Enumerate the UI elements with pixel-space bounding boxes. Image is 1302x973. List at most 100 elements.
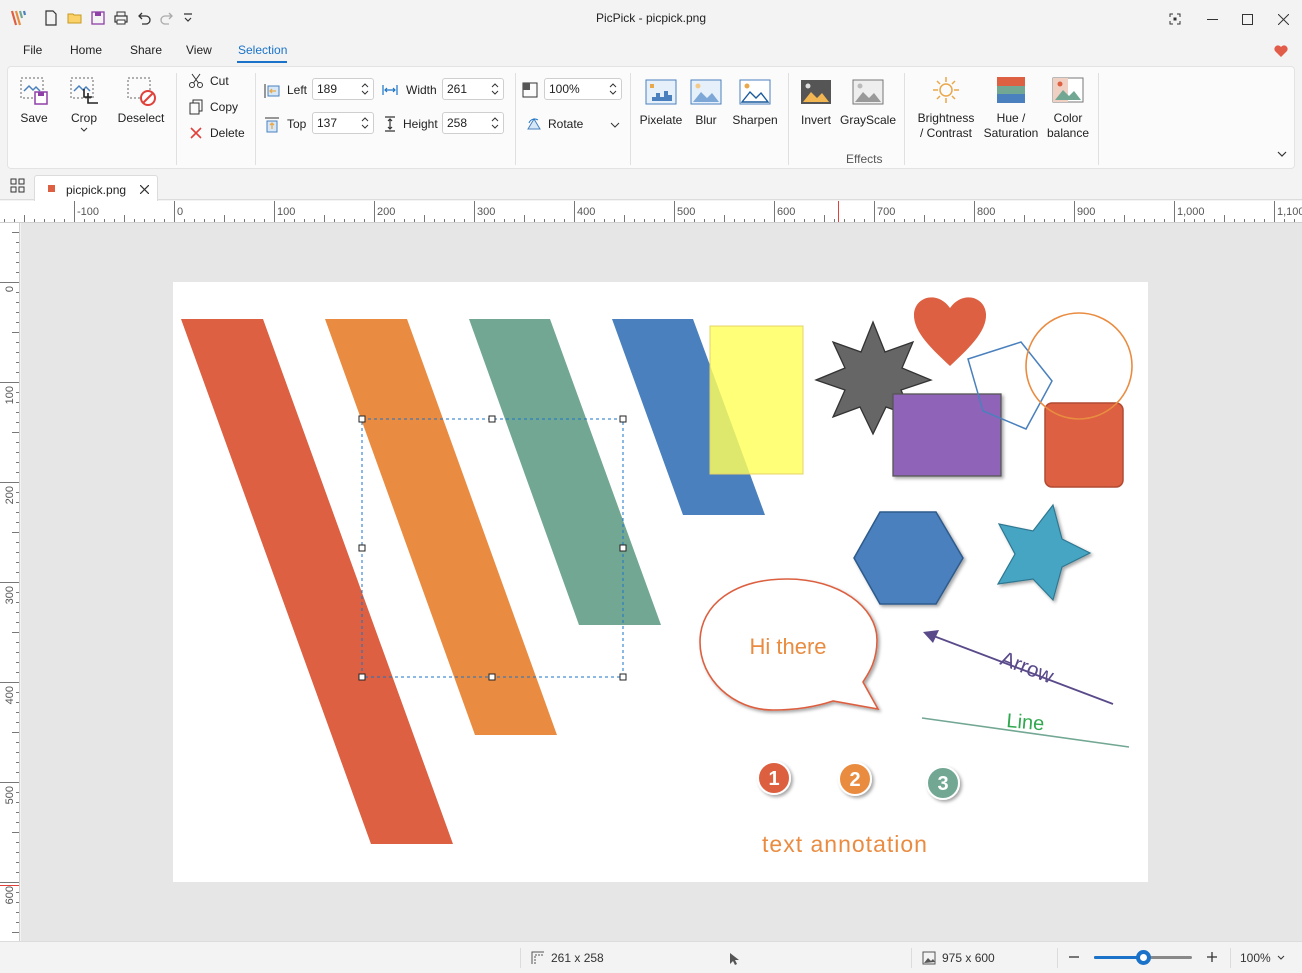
save-button[interactable]: Save — [14, 75, 54, 125]
ruler-label: 200 — [4, 486, 16, 504]
tab-color-marker — [48, 185, 55, 192]
image-size-text: 975 x 600 — [942, 951, 995, 965]
deselect-button[interactable]: Deselect — [116, 75, 166, 125]
blur-label: Blur — [695, 113, 717, 127]
app-logo-icon — [10, 10, 27, 26]
tab-share[interactable]: Share — [130, 43, 162, 57]
open-folder-icon[interactable] — [67, 10, 83, 26]
ruler-label: -100 — [77, 206, 99, 218]
tab-file[interactable]: File — [23, 43, 42, 57]
selection-handle-se[interactable] — [619, 673, 627, 681]
rotate-dropdown-icon[interactable] — [610, 121, 620, 129]
tab-selection[interactable]: Selection — [238, 43, 287, 57]
selection-handle-w[interactable] — [358, 544, 366, 552]
crop-icon — [70, 77, 98, 104]
ruler-label: 200 — [377, 206, 395, 218]
grid-view-icon[interactable] — [10, 178, 25, 193]
grayscale-button[interactable]: GrayScale — [840, 77, 896, 127]
ribbon-separator — [788, 73, 789, 165]
copy-button[interactable]: Copy — [188, 99, 238, 115]
zoom-in-icon[interactable] — [1205, 950, 1219, 964]
spinner-arrows-icon[interactable] — [360, 81, 370, 97]
pixelate-icon — [645, 79, 677, 105]
active-tab-indicator — [237, 61, 287, 63]
document-tab-strip: picpick.png — [0, 172, 1302, 201]
minimize-button[interactable] — [1194, 6, 1230, 32]
delete-button[interactable]: Delete — [188, 125, 245, 141]
sharpen-button[interactable]: Sharpen — [730, 77, 780, 127]
menu-bar: File Home Share View Selection — [0, 38, 1302, 64]
spinner-arrows-icon[interactable] — [360, 115, 370, 131]
close-button[interactable] — [1265, 6, 1301, 32]
ribbon-separator — [630, 73, 631, 165]
document-tab[interactable]: picpick.png — [34, 175, 158, 201]
brightness-contrast-button[interactable]: Brightness / Contrast — [912, 75, 980, 141]
top-value: 137 — [317, 116, 338, 130]
resize-percent-value: 100% — [549, 82, 580, 96]
pin-button[interactable] — [1157, 6, 1193, 32]
blue-star — [996, 503, 1092, 602]
selection-handle-s[interactable] — [488, 673, 496, 681]
sharpen-label: Sharpen — [732, 113, 778, 127]
invert-button[interactable]: Invert — [796, 77, 836, 127]
tab-home[interactable]: Home — [70, 43, 102, 57]
pin-icon — [1169, 13, 1181, 25]
zoom-out-icon[interactable] — [1067, 950, 1081, 964]
maximize-button[interactable] — [1229, 6, 1265, 32]
ribbon-collapse-icon[interactable] — [1276, 149, 1288, 159]
hue-saturation-button[interactable]: Hue / Saturation — [980, 75, 1042, 141]
rotate-icon — [527, 118, 541, 130]
ruler-label: 400 — [577, 206, 595, 218]
save-icon[interactable] — [90, 10, 106, 26]
new-file-icon[interactable] — [43, 10, 59, 26]
selection-handle-sw[interactable] — [358, 673, 366, 681]
pixelate-button[interactable]: Pixelate — [638, 77, 684, 127]
blur-icon — [690, 79, 722, 105]
status-separator — [1057, 948, 1058, 968]
print-icon[interactable] — [113, 10, 129, 26]
zoom-level-text: 100% — [1240, 951, 1271, 965]
selection-handle-e[interactable] — [619, 544, 627, 552]
zoom-level-dropdown[interactable]: 100% — [1240, 951, 1285, 965]
image-size-indicator: 975 x 600 — [922, 951, 995, 965]
blur-button[interactable]: Blur — [688, 77, 724, 127]
heart-icon[interactable] — [1273, 43, 1289, 59]
spinner-arrows-icon[interactable] — [608, 81, 618, 97]
left-input[interactable]: 189 — [312, 78, 374, 100]
maximize-icon — [1241, 13, 1253, 25]
blue-hexagon — [853, 511, 964, 605]
zoom-slider-thumb[interactable] — [1135, 950, 1151, 965]
width-input[interactable]: 261 — [442, 78, 504, 100]
tab-view[interactable]: View — [186, 43, 212, 57]
undo-icon[interactable] — [136, 10, 152, 26]
customize-toolbar-icon[interactable] — [180, 10, 196, 26]
ruler-label: 0 — [4, 286, 16, 292]
resize-percent-input[interactable]: 100% — [544, 78, 622, 100]
redo-icon[interactable] — [159, 10, 175, 26]
selection-handle-nw[interactable] — [358, 415, 366, 423]
brightness-label-2: / Contrast — [919, 126, 973, 140]
delete-icon — [190, 127, 202, 139]
close-tab-icon[interactable] — [140, 185, 149, 194]
ruler-label: 1,000 — [1177, 206, 1205, 218]
color-balance-button[interactable]: Color balance — [1042, 75, 1094, 141]
selection-handle-ne[interactable] — [619, 415, 627, 423]
image-canvas[interactable]: Hi there Arrow Line 1 2 3 text annotatio… — [173, 282, 1148, 882]
yellow-rectangle — [709, 325, 804, 475]
save-selection-icon — [20, 77, 48, 105]
heart-shape — [913, 297, 987, 366]
top-input[interactable]: 137 — [312, 112, 374, 134]
zoom-slider[interactable] — [1094, 950, 1192, 965]
width-icon — [382, 85, 398, 95]
selection-handle-n[interactable] — [488, 415, 496, 423]
cut-button[interactable]: Cut — [188, 73, 229, 89]
ribbon-separator — [1098, 73, 1099, 165]
crop-button[interactable]: Crop — [64, 75, 104, 133]
cursor-position-icon — [730, 953, 739, 965]
height-input[interactable]: 258 — [442, 112, 504, 134]
top-label: Top — [287, 117, 307, 131]
spinner-arrows-icon[interactable] — [490, 81, 500, 97]
title-bar: PicPick - picpick.png — [0, 0, 1302, 38]
spinner-arrows-icon[interactable] — [490, 115, 500, 131]
rotate-button[interactable]: Rotate — [526, 116, 583, 132]
